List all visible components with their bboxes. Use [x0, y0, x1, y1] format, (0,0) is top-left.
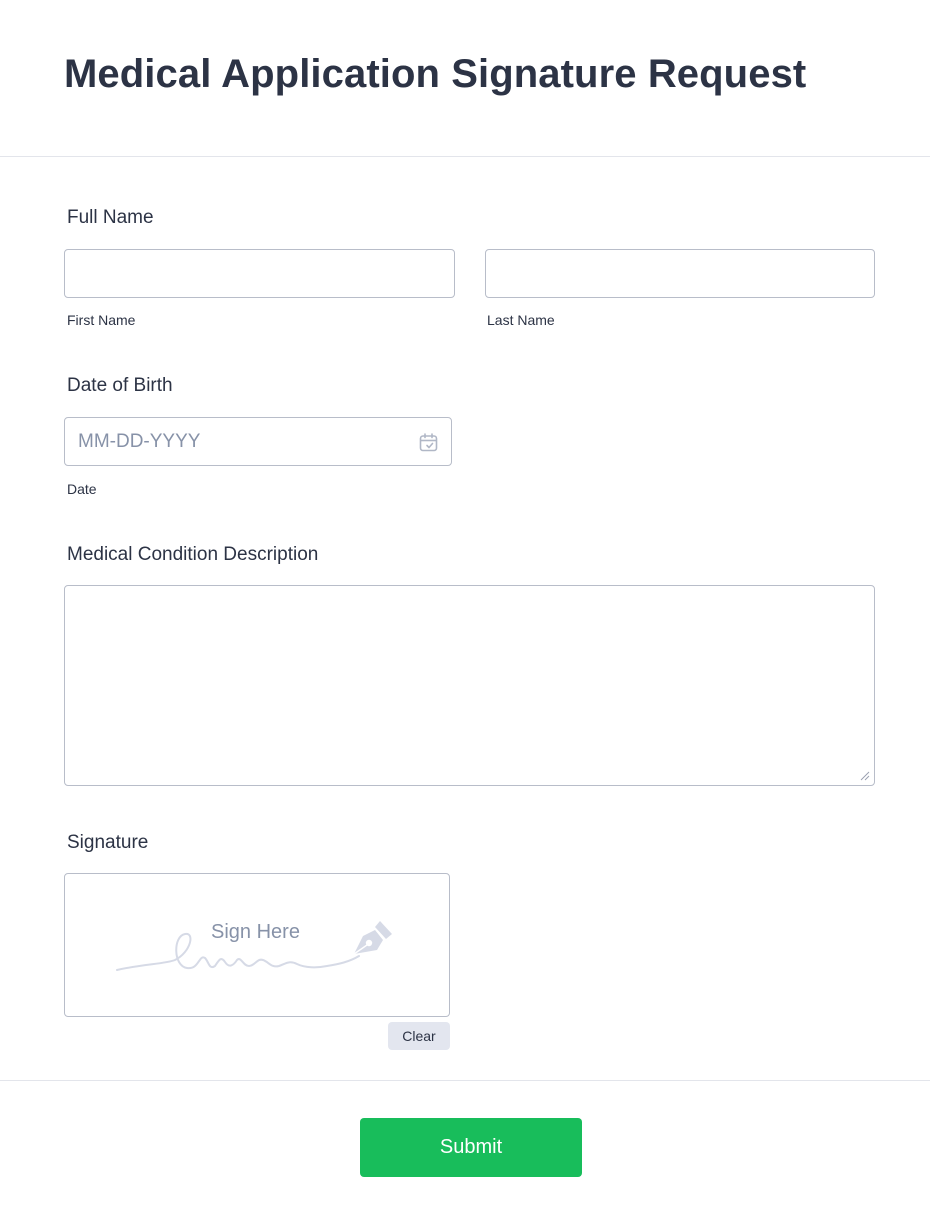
page-title: Medical Application Signature Request — [64, 52, 807, 96]
first-name-input[interactable] — [65, 250, 454, 297]
clear-signature-button[interactable]: Clear — [388, 1022, 450, 1050]
pen-nib-icon — [353, 921, 392, 955]
calendar-icon[interactable] — [419, 433, 438, 452]
signature-label: Signature — [67, 832, 149, 853]
resize-handle-icon[interactable] — [860, 771, 870, 781]
first-name-sublabel: First Name — [67, 312, 136, 328]
submit-button[interactable]: Submit — [360, 1118, 582, 1177]
medical-condition-field[interactable] — [64, 585, 875, 786]
last-name-sublabel: Last Name — [487, 312, 555, 328]
date-sublabel: Date — [67, 481, 97, 497]
date-of-birth-label: Date of Birth — [67, 375, 173, 396]
last-name-field[interactable] — [485, 249, 875, 298]
last-name-input[interactable] — [486, 250, 874, 297]
full-name-label: Full Name — [67, 207, 154, 228]
signature-pad[interactable]: Sign Here — [64, 873, 450, 1017]
medical-condition-textarea[interactable] — [65, 586, 874, 785]
date-of-birth-field[interactable] — [64, 417, 452, 466]
date-of-birth-input[interactable] — [65, 418, 451, 465]
medical-condition-label: Medical Condition Description — [67, 544, 319, 565]
form-header: Medical Application Signature Request — [0, 0, 930, 157]
first-name-field[interactable] — [64, 249, 455, 298]
footer-divider — [0, 1080, 930, 1081]
